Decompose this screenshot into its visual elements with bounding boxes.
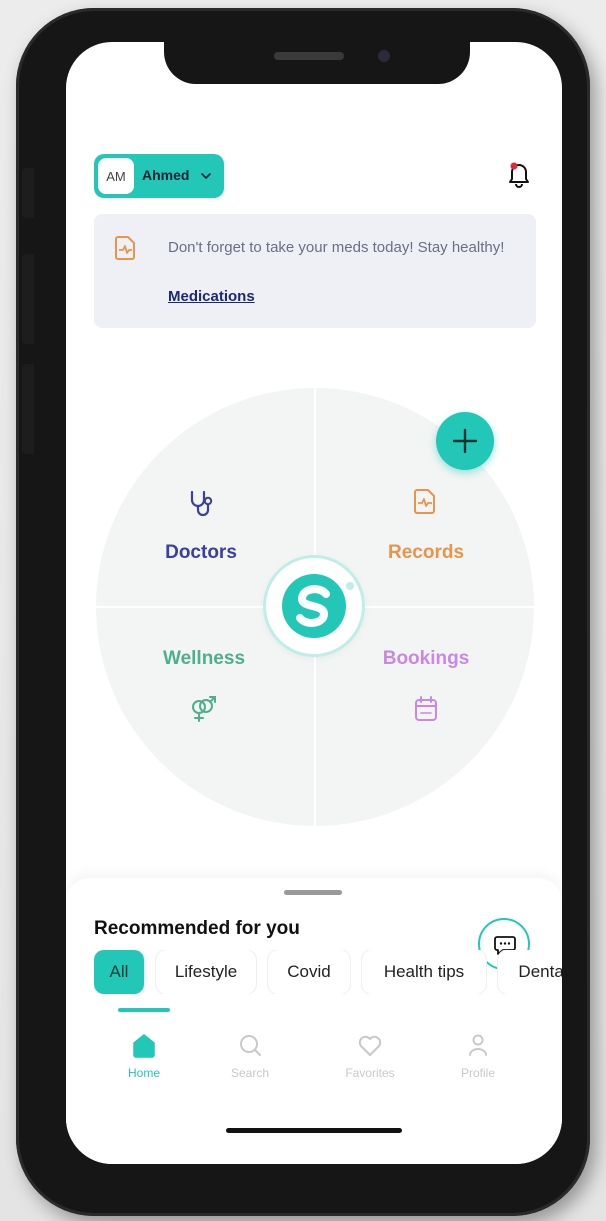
tab-home[interactable]: Home: [94, 1030, 194, 1080]
bookings-label[interactable]: Bookings: [346, 648, 506, 670]
reminder-message: Don't forget to take your meds today! St…: [168, 239, 505, 256]
medications-link[interactable]: Medications: [168, 288, 255, 305]
volume-down-button: [22, 364, 34, 454]
heart-icon: [358, 1035, 382, 1056]
tab-home-label: Home: [127, 1066, 160, 1080]
add-button[interactable]: [436, 412, 494, 470]
volume-up-button: [22, 254, 34, 344]
chip-lifestyle[interactable]: Lifestyle: [156, 950, 256, 994]
chip-covid[interactable]: Covid: [268, 950, 350, 994]
person-icon: [469, 1034, 487, 1056]
avatar: AM: [98, 158, 134, 194]
tab-profile-label: Profile: [460, 1066, 495, 1080]
tab-search-label: Search: [230, 1066, 270, 1080]
gender-symbols-icon[interactable]: [188, 694, 218, 724]
tab-profile[interactable]: Profile: [428, 1030, 528, 1080]
chevron-down-icon: [201, 173, 211, 180]
tab-search[interactable]: Search: [200, 1030, 300, 1080]
stethoscope-icon[interactable]: [186, 488, 216, 518]
front-camera: [378, 50, 390, 62]
doctors-label[interactable]: Doctors: [121, 542, 281, 564]
user-name: Ahmed: [142, 167, 190, 183]
home-indicator: [226, 1128, 402, 1133]
tab-favorites[interactable]: Favorites: [320, 1030, 420, 1080]
app-screen: AM Ahmed Don't forget to take your meds …: [66, 42, 562, 1164]
notch: [164, 36, 470, 84]
chip-health-tips[interactable]: Health tips: [362, 950, 486, 994]
bell-icon[interactable]: [506, 160, 532, 188]
search-icon: [240, 1035, 261, 1056]
recommended-title: Recommended for you: [94, 918, 300, 939]
recommended-sheet: Recommended for you All Lifestyle Covid …: [66, 878, 562, 1164]
app-logo-icon: [282, 574, 346, 638]
medical-record-icon: [115, 236, 135, 260]
logo-dot: [346, 582, 354, 590]
bottom-tab-bar: Home Search Favorites Profile: [66, 1008, 562, 1118]
home-icon: [133, 1034, 155, 1058]
mute-switch: [22, 168, 34, 218]
chip-all[interactable]: All: [94, 950, 144, 994]
medication-reminder-card: Don't forget to take your meds today! St…: [94, 214, 536, 328]
calendar-icon[interactable]: [411, 694, 441, 724]
tab-favorites-label: Favorites: [345, 1066, 395, 1080]
wellness-label[interactable]: Wellness: [124, 648, 284, 670]
plus-icon: [452, 428, 478, 454]
app-logo[interactable]: [266, 558, 362, 654]
chip-dental[interactable]: Dental: [498, 950, 562, 994]
category-chips: All Lifestyle Covid Health tips Dental: [94, 950, 562, 994]
records-label[interactable]: Records: [346, 542, 506, 564]
active-tab-indicator: [118, 1008, 170, 1012]
sheet-handle[interactable]: [284, 890, 342, 895]
speaker: [274, 52, 344, 60]
account-switcher[interactable]: AM Ahmed: [94, 154, 224, 198]
medical-record-icon[interactable]: [410, 486, 440, 516]
